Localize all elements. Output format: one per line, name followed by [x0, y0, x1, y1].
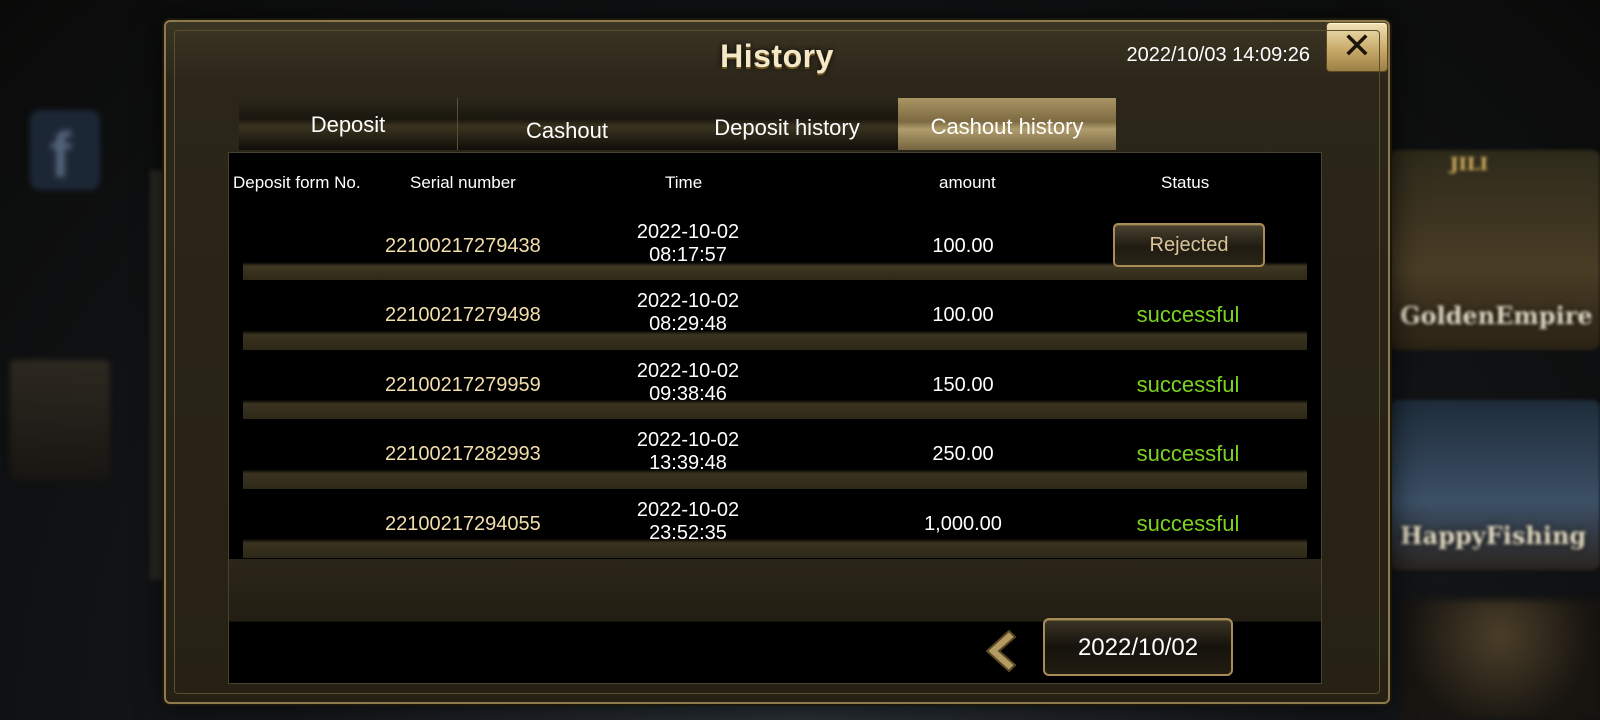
time-cell: 2022-10-02 08:29:48: [613, 290, 763, 336]
tab-label: Deposit: [310, 112, 386, 137]
game-tile-golden-empire: JILI GoldenEmpire: [1390, 150, 1600, 350]
tab-label: Deposit history: [714, 115, 860, 140]
game-tile-happy-fishing: HappyFishing: [1390, 400, 1600, 570]
header-status: Status: [1161, 173, 1210, 192]
serial-number: 22100217279959: [385, 373, 541, 396]
amount: 100.00: [932, 235, 994, 257]
date-text: 2022-10-02: [636, 498, 740, 521]
tab-label: Cashout: [526, 118, 608, 143]
amount: 100.00: [932, 304, 994, 327]
tab-label: Cashout history: [930, 114, 1084, 139]
time-cell: 2022-10-02 13:39:48: [613, 429, 763, 475]
tab-cashout-history[interactable]: Cashout history: [898, 98, 1116, 150]
header-serial-number: Serial number: [410, 173, 516, 192]
amount: 1,000.00: [924, 512, 1002, 535]
status-text: successful: [1136, 441, 1240, 467]
header-time: Time: [665, 173, 703, 192]
tab-cashout[interactable]: Cashout: [458, 98, 676, 150]
status-rejected-button[interactable]: Rejected: [1113, 223, 1265, 267]
background-decoration: [1400, 600, 1600, 720]
table-row: 22100217279438 2022-10-02 08:17:57 100.0…: [243, 211, 1307, 281]
tile-title: HappyFishing: [1400, 521, 1587, 550]
table-row: 22100217294055 2022-10-02 23:52:35 1,000…: [243, 488, 1307, 558]
time-text: 23:52:35: [649, 521, 727, 544]
amount: 150.00: [932, 373, 994, 396]
status-text: successful: [1136, 371, 1240, 397]
time-cell: 2022-10-02 08:17:57: [613, 221, 763, 267]
time-cell: 2022-10-02 23:52:35: [613, 499, 763, 545]
facebook-icon: f: [30, 110, 100, 191]
close-x-icon: ✕: [1341, 26, 1373, 67]
header-amount: amount: [939, 173, 996, 192]
time-text: 08:29:48: [649, 313, 727, 336]
history-table: Deposit form No. Serial number Time amou…: [228, 152, 1322, 684]
table-row: 22100217282993 2022-10-02 13:39:48 250.0…: [243, 419, 1307, 489]
date-text: 2022-10-02: [636, 221, 740, 243]
serial-number: 22100217279498: [385, 304, 541, 327]
serial-number: 22100217282993: [385, 443, 541, 466]
history-dialog: History 2022/10/03 14:09:26 ✕ Deposit Ca…: [164, 20, 1390, 704]
tile-title: GoldenEmpire: [1400, 301, 1593, 330]
status-text: successful: [1136, 510, 1240, 536]
time-text: 08:17:57: [649, 244, 727, 266]
time-cell: 2022-10-02 09:38:46: [613, 360, 763, 406]
previous-date-button[interactable]: [979, 629, 1019, 673]
chevron-left-icon: [985, 629, 1017, 673]
tile-brand-label: JILI: [1450, 154, 1489, 175]
header-deposit-form-no: Deposit form No.: [233, 173, 361, 192]
amount: 250.00: [932, 443, 994, 466]
time-text: 13:39:48: [649, 452, 727, 475]
date-text: 2022-10-02: [636, 359, 740, 382]
date-text: 2022-10-02: [636, 429, 740, 452]
serial-number: 22100217294055: [385, 512, 541, 535]
selected-date: 2022/10/02: [1077, 634, 1199, 661]
serial-number: 22100217279438: [385, 235, 541, 257]
history-tabs: Deposit Cashout Deposit history Cashout …: [239, 98, 1116, 150]
table-body: 22100217279438 2022-10-02 08:17:57 100.0…: [243, 211, 1307, 559]
date-text: 2022-10-02: [636, 290, 740, 313]
status-text: Rejected: [1149, 234, 1229, 256]
time-text: 09:38:46: [649, 382, 727, 405]
status-text: successful: [1136, 302, 1240, 328]
current-datetime: 2022/10/03 14:09:26: [1126, 44, 1310, 66]
banner-decoration: [10, 360, 110, 480]
date-selector-button[interactable]: 2022/10/02: [1043, 618, 1233, 676]
close-button[interactable]: ✕: [1326, 22, 1388, 72]
tab-deposit[interactable]: Deposit: [239, 98, 458, 150]
table-header: Deposit form No. Serial number Time amou…: [229, 153, 1321, 211]
table-row: 22100217279498 2022-10-02 08:29:48 100.0…: [243, 280, 1307, 350]
table-row: 22100217279959 2022-10-02 09:38:46 150.0…: [243, 349, 1307, 420]
tab-deposit-history[interactable]: Deposit history: [676, 98, 898, 150]
